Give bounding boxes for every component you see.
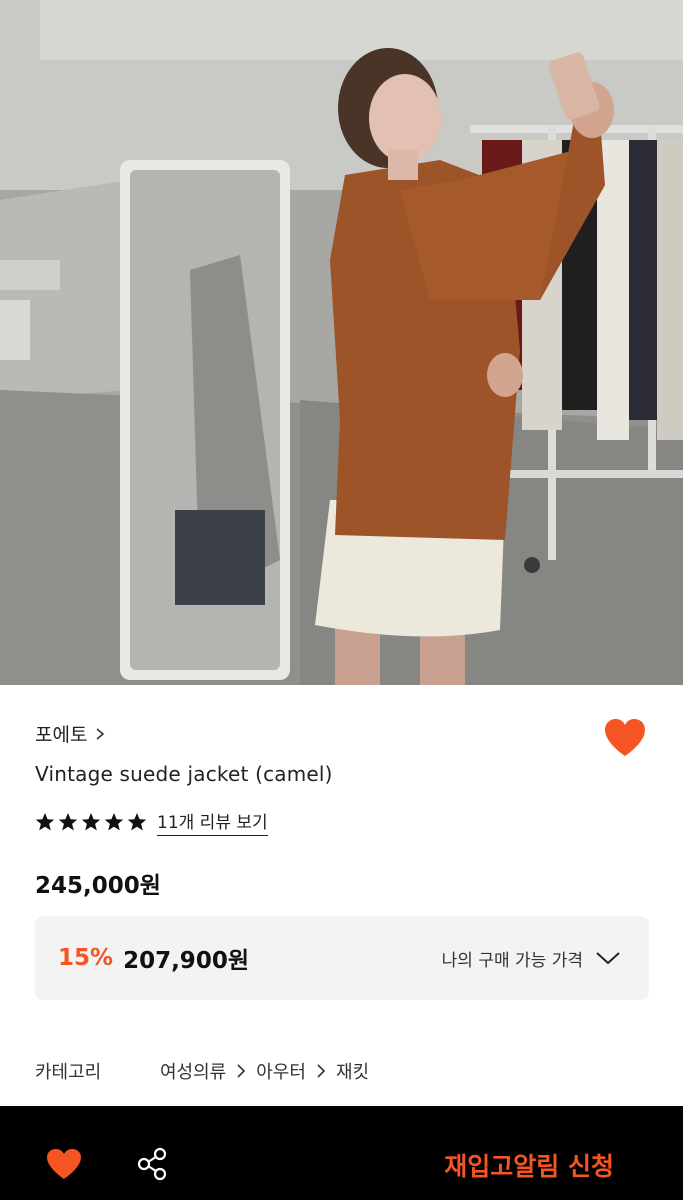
my-price-box[interactable]: 15% 207,900원 나의 구매 가능 가격 — [35, 916, 649, 1000]
brand-link[interactable]: 포에토 — [35, 720, 107, 747]
sale-price: 207,900원 — [123, 948, 249, 974]
category-row: 카테고리 여성의류 아우터 재킷 — [35, 1058, 369, 1084]
restock-alert-button[interactable]: 재입고알림 신청 — [444, 1147, 614, 1183]
heart-icon[interactable] — [603, 718, 647, 758]
product-image — [0, 0, 683, 685]
chevron-right-icon — [317, 1064, 326, 1078]
chevron-down-icon — [596, 952, 620, 965]
review-link[interactable]: 11개 리뷰 보기 — [157, 808, 268, 836]
brand-name: 포에토 — [35, 724, 88, 746]
category-crumb-women[interactable]: 여성의류 — [160, 1058, 226, 1084]
rating: 11개 리뷰 보기 — [35, 808, 268, 836]
heart-icon[interactable] — [46, 1148, 82, 1180]
chevron-right-icon — [237, 1064, 246, 1078]
star-icon — [58, 813, 78, 831]
star-icon — [104, 813, 124, 831]
share-icon[interactable] — [136, 1147, 168, 1181]
star-icon — [127, 813, 147, 831]
star-icon — [35, 813, 55, 831]
my-price-label: 나의 구매 가능 가격 — [441, 950, 583, 971]
star-icon — [81, 813, 101, 831]
product-title: Vintage suede jacket (camel) — [35, 762, 333, 786]
category-label: 카테고리 — [35, 1062, 102, 1083]
discount-rate: 15% — [58, 945, 114, 971]
category-crumb-jacket[interactable]: 재킷 — [336, 1058, 369, 1084]
category-crumb-outer[interactable]: 아우터 — [256, 1058, 306, 1084]
original-price: 245,000원 — [35, 873, 161, 899]
chevron-right-icon — [96, 727, 105, 740]
